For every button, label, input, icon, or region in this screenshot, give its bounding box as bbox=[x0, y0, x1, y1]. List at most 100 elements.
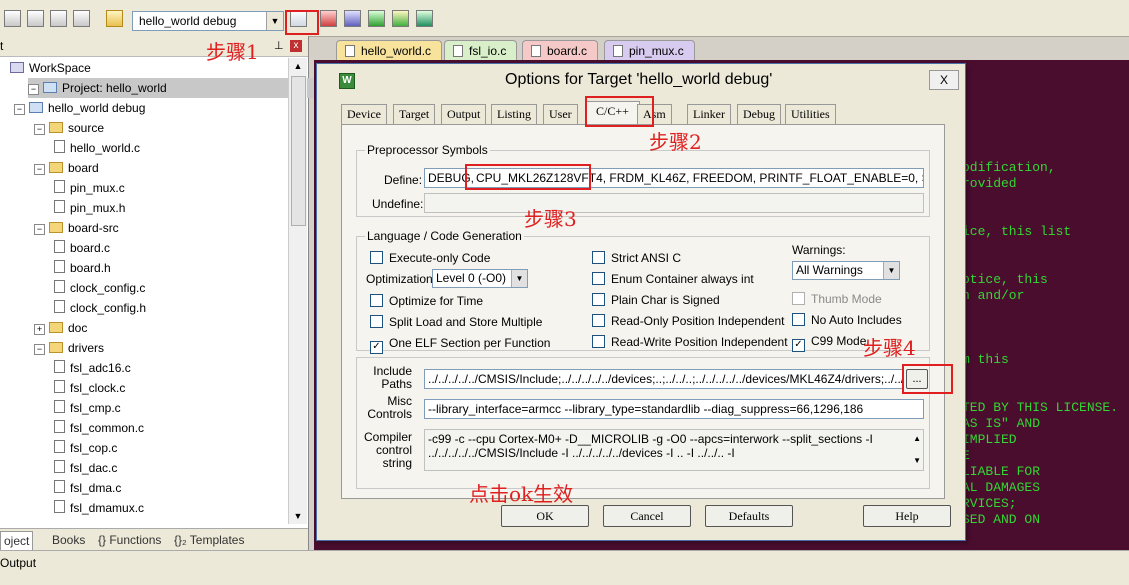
expand-icon[interactable]: − bbox=[34, 124, 45, 135]
components-icon[interactable] bbox=[344, 10, 361, 27]
tree-item[interactable]: − source bbox=[34, 118, 104, 138]
tree-item[interactable]: − board-src bbox=[34, 218, 119, 238]
document-tab[interactable]: hello_world.c bbox=[336, 40, 443, 61]
tree-item[interactable]: clock_config.c bbox=[54, 278, 145, 298]
document-tab[interactable]: pin_mux.c bbox=[604, 40, 695, 61]
expand-icon[interactable]: − bbox=[34, 224, 45, 235]
tab-user[interactable]: User bbox=[543, 104, 578, 124]
tree-item[interactable]: − board bbox=[34, 158, 99, 178]
tree-item[interactable]: − Project: hello_world bbox=[28, 78, 327, 98]
tree-item[interactable]: fsl_dac.c bbox=[54, 458, 117, 478]
include-paths-input[interactable]: ../../../../../CMSIS/Include;../../../..… bbox=[424, 369, 904, 389]
tree-item[interactable]: + doc bbox=[34, 318, 87, 338]
tree-item[interactable]: clock_config.h bbox=[54, 298, 146, 318]
scroll-down-arrow[interactable]: ▼ bbox=[289, 508, 307, 524]
optimize-time-checkbox[interactable]: Optimize for Time bbox=[370, 294, 483, 308]
one-elf-checkbox[interactable]: ✓ One ELF Section per Function bbox=[370, 336, 550, 354]
tab-listing[interactable]: Listing bbox=[491, 104, 538, 124]
ro-position-checkbox[interactable]: Read-Only Position Independent bbox=[592, 314, 784, 328]
tab-target[interactable]: Target bbox=[393, 104, 436, 124]
close-button[interactable]: X bbox=[929, 70, 959, 90]
document-tab[interactable]: board.c bbox=[522, 40, 599, 61]
diamond-icon[interactable] bbox=[392, 10, 409, 27]
layers-icon[interactable] bbox=[50, 10, 67, 27]
target-select[interactable]: hello_world debug ▼ bbox=[132, 11, 284, 31]
diamond-icon[interactable] bbox=[368, 10, 385, 27]
tab-project[interactable]: oject bbox=[0, 531, 34, 551]
split-load-checkbox[interactable]: Split Load and Store Multiple bbox=[370, 315, 542, 329]
tree-item[interactable]: hello_world.c bbox=[54, 138, 140, 158]
tree-item[interactable]: fsl_cmp.c bbox=[54, 398, 121, 418]
code-line: m this bbox=[962, 352, 1009, 367]
file-icon bbox=[54, 440, 65, 453]
tab-output[interactable]: Output bbox=[441, 104, 487, 124]
tree-item-label: board.h bbox=[70, 261, 111, 275]
expand-icon[interactable]: − bbox=[28, 84, 39, 95]
plain-char-checkbox[interactable]: Plain Char is Signed bbox=[592, 293, 720, 307]
document-tab[interactable]: fsl_io.c bbox=[444, 40, 518, 61]
tree-scrollbar[interactable]: ▲ ▼ bbox=[288, 58, 307, 524]
tab-debug[interactable]: Debug bbox=[737, 104, 781, 124]
tab-device[interactable]: Device bbox=[341, 104, 387, 124]
tree-item[interactable]: board.c bbox=[54, 238, 110, 258]
tree-item[interactable]: − drivers bbox=[34, 338, 104, 358]
tree-item[interactable]: WorkSpace bbox=[10, 58, 91, 78]
close-icon[interactable]: x bbox=[290, 40, 302, 52]
ro-position-label: Read-Only Position Independent bbox=[611, 314, 785, 328]
scroll-up-arrow[interactable]: ▲ bbox=[289, 58, 307, 74]
manage-icon[interactable] bbox=[320, 10, 337, 27]
grid-icon[interactable] bbox=[4, 10, 21, 27]
compiler-string-box[interactable]: -c99 -c --cpu Cortex-M0+ -D__MICROLIB -g… bbox=[424, 429, 924, 471]
misc-controls-input[interactable]: --library_interface=armcc --library_type… bbox=[424, 399, 924, 419]
split-load-label: Split Load and Store Multiple bbox=[389, 315, 543, 329]
load-icon[interactable] bbox=[106, 10, 123, 27]
file-icon bbox=[54, 300, 65, 313]
cancel-button[interactable]: Cancel bbox=[603, 505, 691, 527]
tab-functions[interactable]: {} Functions bbox=[98, 531, 161, 549]
tab-books[interactable]: Books bbox=[52, 531, 85, 549]
tree-item[interactable]: fsl_adc16.c bbox=[54, 358, 131, 378]
tree-item[interactable]: pin_mux.c bbox=[54, 178, 125, 198]
step3-highlight bbox=[465, 164, 591, 190]
misc-controls-label: Misc Controls bbox=[367, 394, 412, 421]
pack-icon[interactable] bbox=[416, 10, 433, 27]
tree-item[interactable]: fsl_dmamux.c bbox=[54, 498, 144, 518]
strict-ansi-checkbox[interactable]: Strict ANSI C bbox=[592, 251, 681, 265]
tab-linker[interactable]: Linker bbox=[687, 104, 731, 124]
expand-icon[interactable]: − bbox=[34, 164, 45, 175]
warnings-select[interactable]: All Warnings ▼ bbox=[792, 261, 900, 280]
thumb-mode-checkbox[interactable]: Thumb Mode bbox=[792, 292, 882, 306]
rw-position-checkbox[interactable]: Read-Write Position Independent bbox=[592, 335, 788, 349]
tree-item[interactable]: fsl_cop.c bbox=[54, 438, 117, 458]
scroll-down-arrow[interactable]: ▼ bbox=[913, 454, 921, 468]
tab-utilities[interactable]: Utilities bbox=[785, 104, 836, 124]
execute-only-checkbox[interactable]: Execute-only Code bbox=[370, 251, 490, 265]
optimization-select[interactable]: Level 0 (-O0) ▼ bbox=[432, 269, 528, 288]
expand-icon[interactable]: − bbox=[14, 104, 25, 115]
pin-icon[interactable]: ⊥ bbox=[274, 36, 284, 56]
ok-button[interactable]: OK bbox=[501, 505, 589, 527]
expand-icon[interactable]: − bbox=[34, 344, 45, 355]
grid-icon[interactable] bbox=[73, 10, 90, 27]
scroll-up-arrow[interactable]: ▲ bbox=[913, 432, 921, 446]
tree-item[interactable]: − hello_world debug bbox=[14, 98, 145, 118]
tree-item[interactable]: fsl_common.c bbox=[54, 418, 144, 438]
c99-mode-checkbox[interactable]: ✓ C99 Mode bbox=[792, 334, 866, 352]
no-auto-includes-checkbox[interactable]: No Auto Includes bbox=[792, 313, 902, 327]
enum-container-checkbox[interactable]: Enum Container always int bbox=[592, 272, 754, 286]
tree-item[interactable]: board.h bbox=[54, 258, 111, 278]
code-line: rovided bbox=[962, 176, 1017, 191]
panel-header: t ⊥ x bbox=[0, 36, 308, 57]
grid-icon[interactable] bbox=[27, 10, 44, 27]
tree-item[interactable]: fsl_clock.c bbox=[54, 378, 125, 398]
tree-item[interactable]: fsl_dma.c bbox=[54, 478, 121, 498]
thumb-mode-label: Thumb Mode bbox=[811, 292, 882, 306]
help-button[interactable]: Help bbox=[863, 505, 951, 527]
tree-item[interactable]: pin_mux.h bbox=[54, 198, 125, 218]
undefine-input[interactable] bbox=[424, 193, 924, 213]
panel-tabs: oject Books {} Functions {}₂ Templates bbox=[0, 528, 308, 551]
defaults-button[interactable]: Defaults bbox=[705, 505, 793, 527]
expand-icon[interactable]: + bbox=[34, 324, 45, 335]
tab-templates[interactable]: {}₂ Templates bbox=[174, 531, 244, 549]
scroll-thumb[interactable] bbox=[291, 76, 306, 226]
